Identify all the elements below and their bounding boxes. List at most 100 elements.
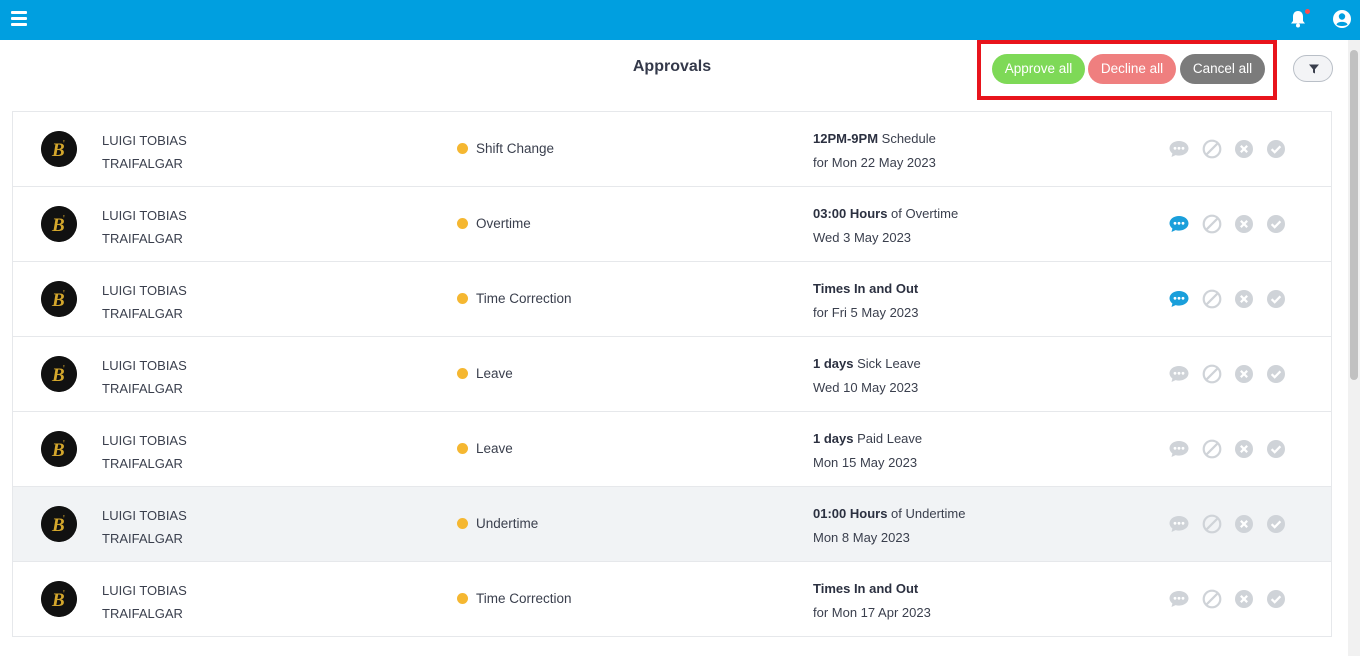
svg-text:': ' [63,139,65,150]
avatar: B ' [41,506,77,542]
request-type: Time Correction [457,291,572,306]
detail-text: of Undertime [887,506,966,521]
hamburger-menu-icon[interactable] [11,11,27,26]
comment-icon[interactable] [1168,514,1190,534]
employee-first-name: LUIGI TOBIAS [102,283,187,298]
request-type-label: Time Correction [476,291,572,306]
cancel-all-button[interactable]: Cancel all [1180,54,1265,84]
approval-row[interactable]: B ' LUIGI TOBIAS TRAIFALGAR Leave 1 days… [12,412,1332,487]
avatar: B ' [41,581,77,617]
approve-icon[interactable] [1266,364,1286,384]
employee-first-name: LUIGI TOBIAS [102,358,187,373]
request-type-label: Shift Change [476,141,555,156]
cancel-request-icon[interactable] [1202,139,1222,159]
comment-icon[interactable] [1168,439,1190,459]
request-type-label: Overtime [476,216,531,231]
cancel-request-icon[interactable] [1202,589,1222,609]
employee-last-name: TRAIFALGAR [102,156,183,171]
detail-text: Paid Leave [853,431,923,446]
request-type-label: Leave [476,366,513,381]
decline-icon[interactable] [1234,214,1254,234]
page-title: Approvals [632,58,712,75]
employee-first-name: LUIGI TOBIAS [102,208,187,223]
request-detail: 03:00 Hours of Overtime Wed 3 May 2023 [813,202,958,250]
user-account-icon[interactable] [1332,9,1352,29]
avatar: B ' [41,356,77,392]
detail-bold: Times In and Out [813,581,919,596]
svg-text:': ' [63,439,65,450]
request-date: for Mon 22 May 2023 [813,155,936,170]
request-type: Overtime [457,216,531,231]
cancel-request-icon[interactable] [1202,214,1222,234]
cancel-request-icon[interactable] [1202,364,1222,384]
pending-status-dot [457,293,468,304]
approval-row[interactable]: B ' LUIGI TOBIAS TRAIFALGAR Leave 1 days… [12,337,1332,412]
approval-row[interactable]: B ' LUIGI TOBIAS TRAIFALGAR Undertime 01… [12,487,1332,562]
request-detail: 1 days Sick Leave Wed 10 May 2023 [813,352,921,400]
approve-icon[interactable] [1266,589,1286,609]
approval-row[interactable]: B ' LUIGI TOBIAS TRAIFALGAR Shift Change… [12,112,1332,187]
approve-icon[interactable] [1266,214,1286,234]
employee-last-name: TRAIFALGAR [102,306,183,321]
request-type-label: Leave [476,441,513,456]
decline-icon[interactable] [1234,139,1254,159]
pending-status-dot [457,218,468,229]
request-type: Leave [457,441,513,456]
request-type: Undertime [457,516,538,531]
svg-text:': ' [63,589,65,600]
decline-all-button[interactable]: Decline all [1088,54,1176,84]
approve-all-button[interactable]: Approve all [992,54,1085,84]
approval-row[interactable]: B ' LUIGI TOBIAS TRAIFALGAR Time Correct… [12,262,1332,337]
detail-bold: Times In and Out [813,281,919,296]
approve-icon[interactable] [1266,139,1286,159]
comment-icon[interactable] [1168,214,1190,234]
employee-last-name: TRAIFALGAR [102,606,183,621]
employee-first-name: LUIGI TOBIAS [102,433,187,448]
employee-last-name: TRAIFALGAR [102,381,183,396]
scrollbar-thumb[interactable] [1350,50,1358,380]
request-type-label: Undertime [476,516,539,531]
top-app-bar [0,0,1360,40]
approval-row[interactable]: B ' LUIGI TOBIAS TRAIFALGAR Time Correct… [12,562,1332,637]
detail-text: Sick Leave [853,356,921,371]
approvals-list: B ' LUIGI TOBIAS TRAIFALGAR Shift Change… [12,111,1332,637]
request-type: Leave [457,366,513,381]
approve-icon[interactable] [1266,439,1286,459]
request-type: Shift Change [457,141,554,156]
svg-text:': ' [63,289,65,300]
request-detail: 01:00 Hours of Undertime Mon 8 May 2023 [813,502,965,550]
request-date: Mon 8 May 2023 [813,530,910,545]
pending-status-dot [457,593,468,604]
decline-icon[interactable] [1234,289,1254,309]
cancel-request-icon[interactable] [1202,439,1222,459]
approve-icon[interactable] [1266,289,1286,309]
comment-icon[interactable] [1168,289,1190,309]
request-detail: 12PM-9PM Schedule for Mon 22 May 2023 [813,127,936,175]
request-detail: 1 days Paid Leave Mon 15 May 2023 [813,427,922,475]
request-date: Mon 15 May 2023 [813,455,918,470]
avatar: B ' [41,281,77,317]
request-date: for Mon 17 Apr 2023 [813,605,931,620]
decline-icon[interactable] [1234,439,1254,459]
pending-status-dot [457,443,468,454]
detail-bold: 01:00 Hours [813,506,888,521]
detail-bold: 1 days [813,356,854,371]
comment-icon[interactable] [1168,364,1190,384]
decline-icon[interactable] [1234,364,1254,384]
filter-button[interactable] [1293,55,1333,82]
avatar: B ' [41,206,77,242]
cancel-request-icon[interactable] [1202,514,1222,534]
detail-bold: 12PM-9PM [813,131,879,146]
detail-text: Schedule [878,131,936,146]
svg-text:': ' [63,214,65,225]
cancel-request-icon[interactable] [1202,289,1222,309]
employee-first-name: LUIGI TOBIAS [102,583,187,598]
decline-icon[interactable] [1234,589,1254,609]
comment-icon[interactable] [1168,589,1190,609]
request-detail: Times In and Out for Mon 17 Apr 2023 [813,577,931,625]
decline-icon[interactable] [1234,514,1254,534]
notification-badge [1305,9,1310,14]
approve-icon[interactable] [1266,514,1286,534]
approval-row[interactable]: B ' LUIGI TOBIAS TRAIFALGAR Overtime 03:… [12,187,1332,262]
comment-icon[interactable] [1168,139,1190,159]
